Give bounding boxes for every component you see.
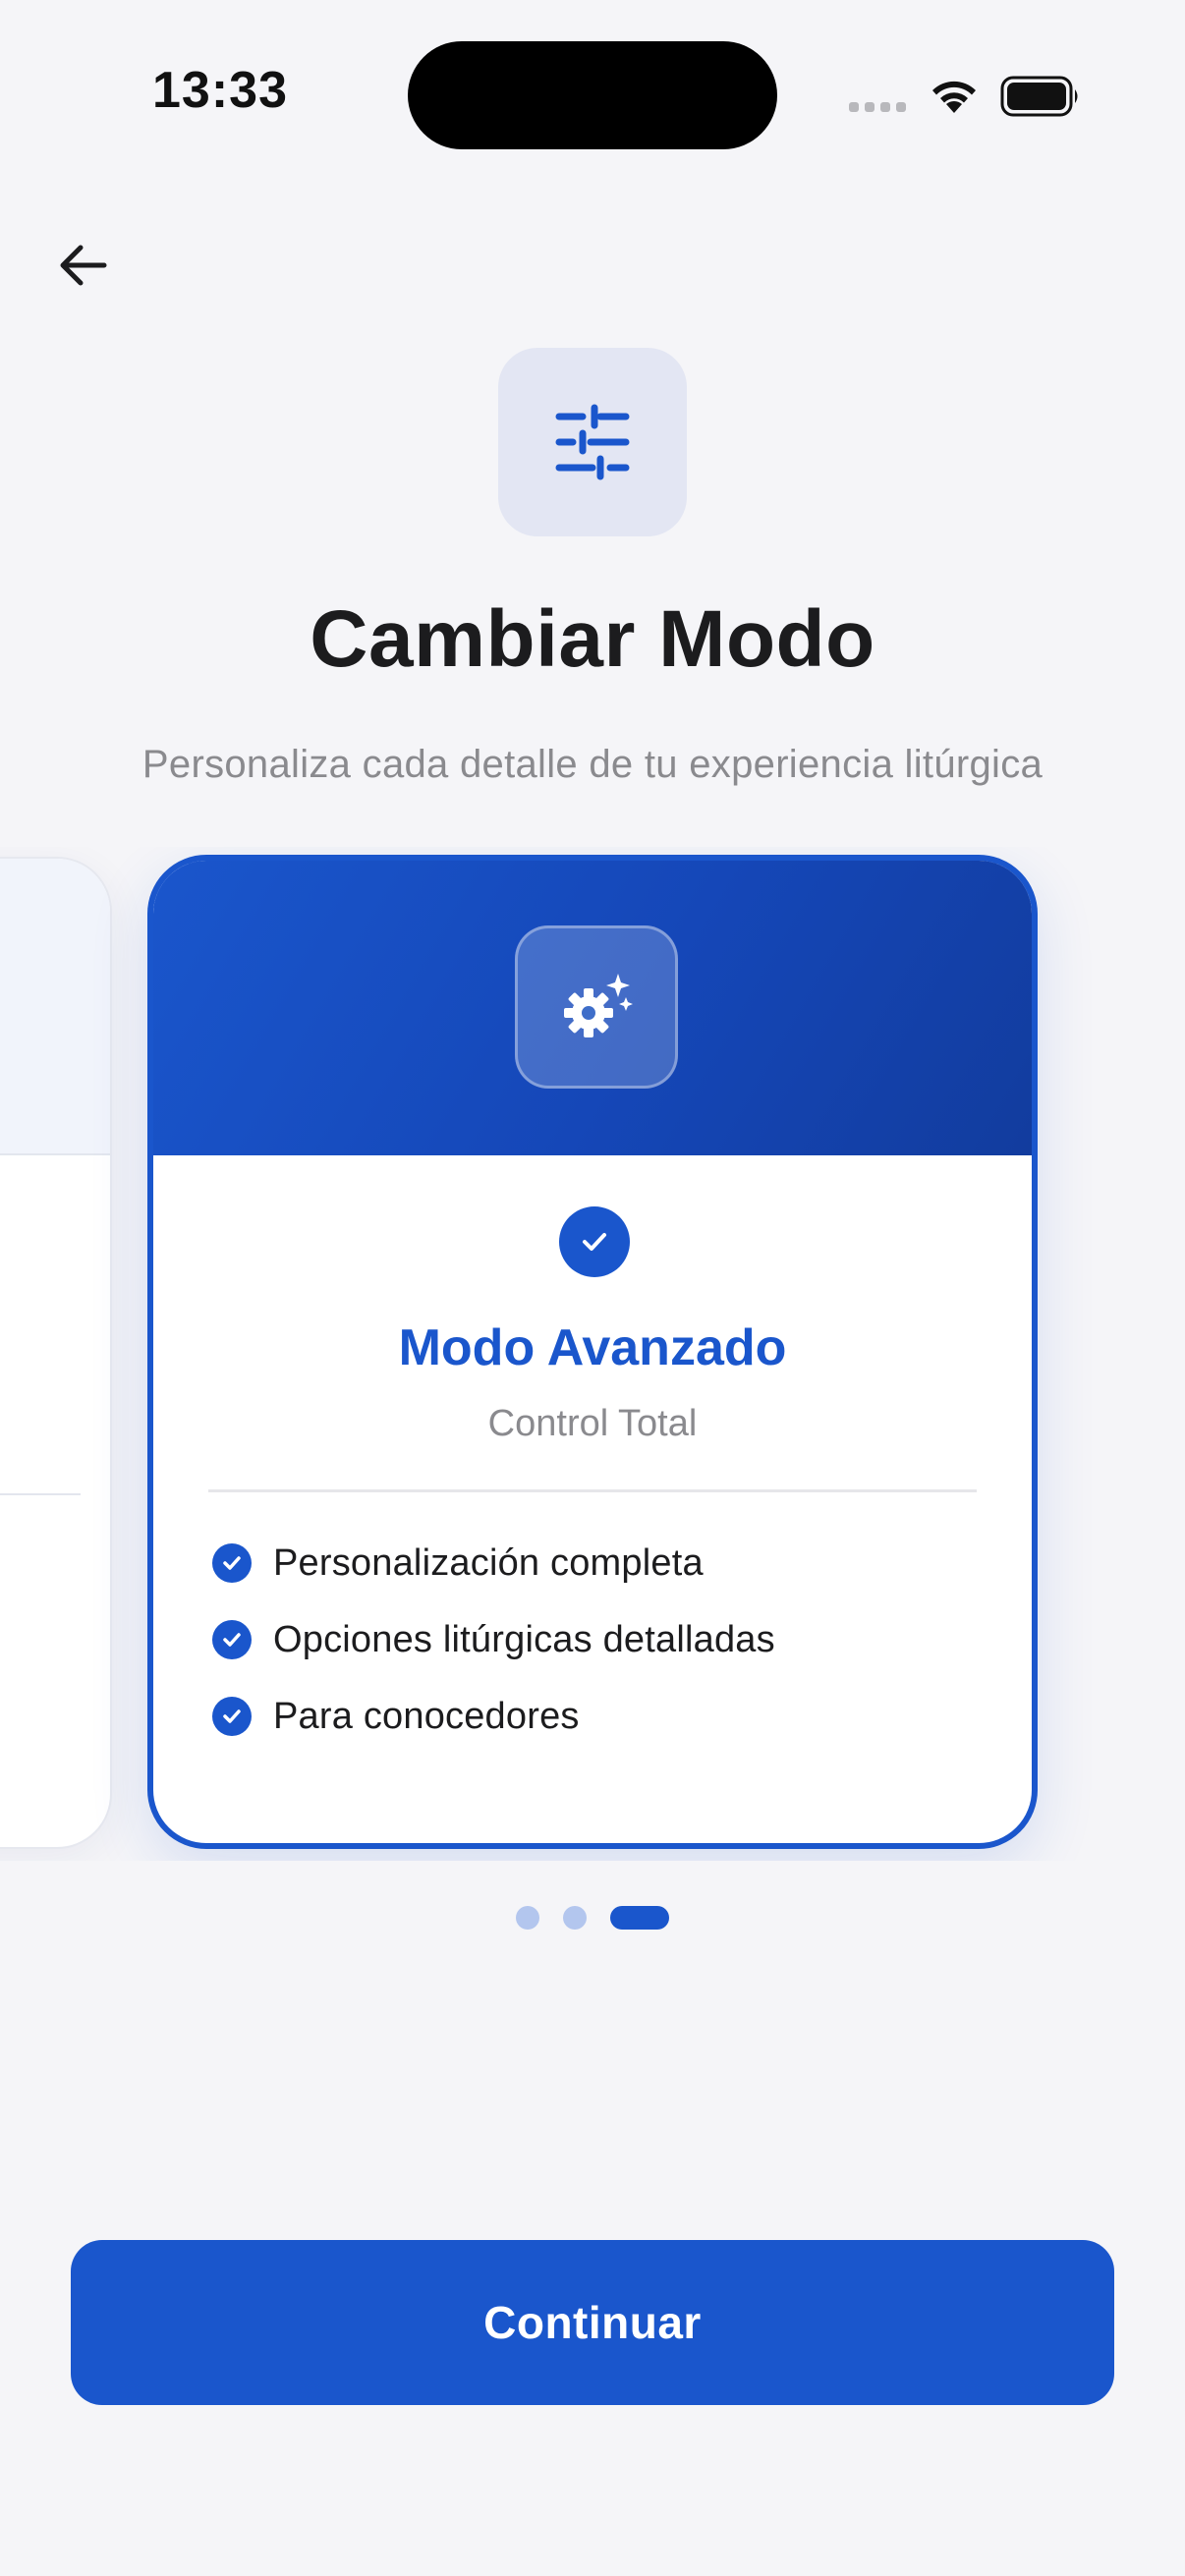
mode-card-previous[interactable]	[0, 857, 112, 1849]
feature-text: Para conocedores	[273, 1695, 580, 1737]
check-circle-icon	[212, 1697, 252, 1736]
page-dot-1[interactable]	[516, 1906, 539, 1930]
arrow-left-icon	[60, 245, 107, 286]
feature-text: Opciones litúrgicas detalladas	[273, 1618, 775, 1660]
selected-check-icon	[559, 1206, 630, 1277]
card-header	[153, 861, 1032, 1155]
feature-text: Personalización completa	[273, 1541, 704, 1584]
check-circle-icon	[212, 1620, 252, 1659]
card-title: Modo Avanzado	[398, 1319, 787, 1376]
mode-carousel[interactable]: Modo Avanzado Control Total Personalizac…	[0, 847, 1185, 1861]
header-icon-tile	[498, 348, 687, 536]
battery-icon	[1000, 76, 1078, 117]
card-divider	[208, 1489, 977, 1492]
status-time: 13:33	[152, 62, 288, 119]
feature-item: Personalización completa	[212, 1525, 979, 1601]
page-dot-3-active[interactable]	[610, 1906, 669, 1930]
status-bar: 13:33	[0, 0, 1185, 196]
continue-button[interactable]: Continuar	[71, 2240, 1114, 2405]
feature-item: Para conocedores	[212, 1678, 979, 1755]
feature-item: Opciones litúrgicas detalladas	[212, 1601, 979, 1678]
page-subtitle: Personaliza cada detalle de tu experienc…	[141, 743, 1044, 786]
page-title: Cambiar Modo	[310, 594, 875, 684]
page-dot-2[interactable]	[563, 1906, 587, 1930]
sliders-icon	[555, 404, 630, 480]
mode-card-advanced[interactable]: Modo Avanzado Control Total Personalizac…	[147, 855, 1038, 1849]
back-button[interactable]	[51, 234, 114, 297]
gear-sparkle-icon	[564, 974, 633, 1037]
feature-list: Personalización completa Opciones litúrg…	[212, 1525, 979, 1755]
card-divider-previous	[0, 1493, 81, 1495]
card-header-previous	[0, 859, 110, 1155]
page-indicator	[0, 1906, 1185, 1930]
dynamic-island	[408, 41, 777, 149]
check-circle-icon	[212, 1543, 252, 1583]
wifi-icon	[932, 81, 976, 113]
card-icon-tile	[515, 925, 678, 1089]
cellular-signal-icon	[849, 102, 906, 112]
card-subtitle: Control Total	[487, 1403, 698, 1444]
